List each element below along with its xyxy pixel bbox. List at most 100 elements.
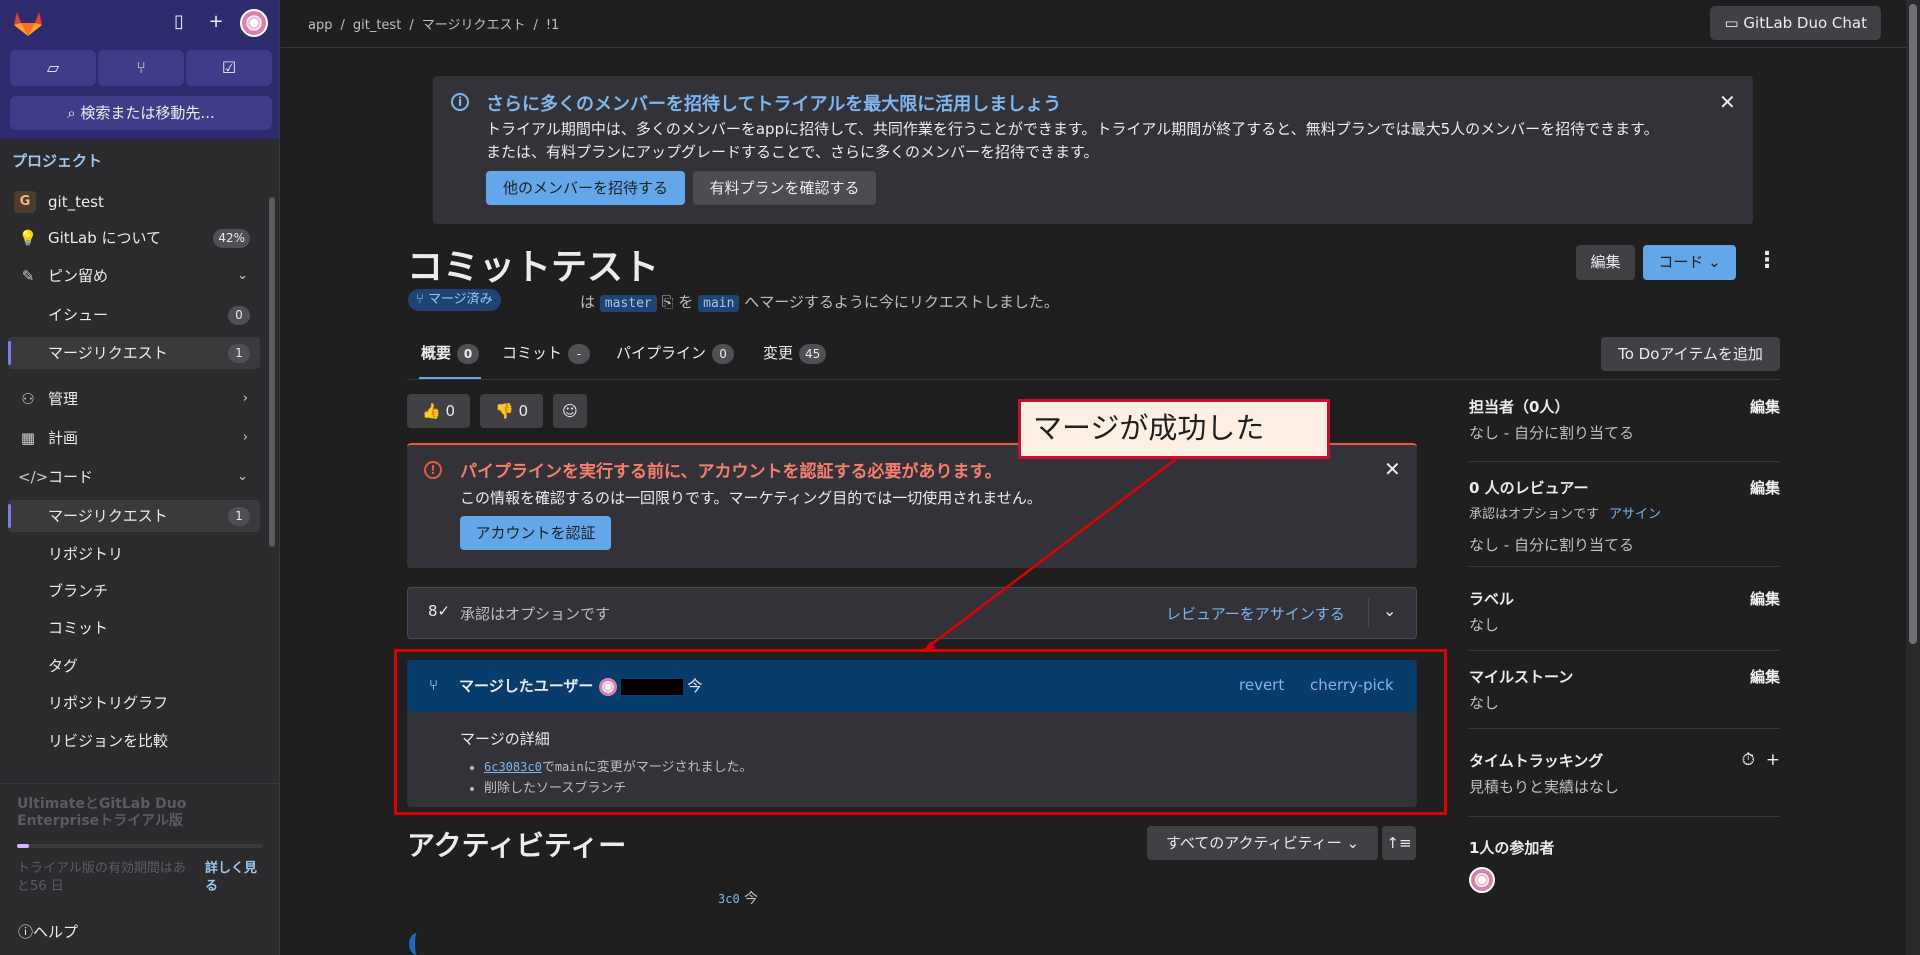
labels-edit-button[interactable]: 編集 (1750, 588, 1780, 609)
breadcrumb-item[interactable]: app (308, 18, 332, 33)
sidebar-item-repo-graph[interactable]: リポジトリグラフ (8, 687, 260, 719)
tab-overview[interactable]: 概要 0 (419, 342, 482, 379)
code-button-label: コード (1658, 253, 1704, 271)
sidebar-toggle-icon[interactable]: ▯ (168, 11, 190, 33)
sidebar-item-issues[interactable]: イシュー 0 (8, 299, 260, 331)
chevron-down-icon[interactable]: ⌄ (1383, 601, 1396, 620)
divider (1469, 566, 1780, 567)
tab-pipelines[interactable]: パイプライン 0 (616, 342, 735, 379)
sidebar-item-merge-requests[interactable]: マージリクエスト 1 (8, 500, 260, 532)
trial-progress-bar (17, 844, 263, 848)
source-branch[interactable]: master (599, 295, 657, 312)
trial-learn-more-link[interactable]: 詳しく見る (205, 860, 265, 896)
copy-icon[interactable]: ⎘ (662, 293, 674, 311)
add-reaction-button[interactable]: ☺ (553, 394, 587, 428)
sidebar-item-about[interactable]: 💡 GitLab について 42% (8, 222, 260, 254)
annotation-frame (394, 649, 1447, 815)
gitlab-logo[interactable] (12, 9, 44, 37)
sidebar-item-manage[interactable]: ⚇ 管理 › (8, 383, 260, 415)
edit-button[interactable]: 編集 (1576, 245, 1635, 280)
code-dropdown-button[interactable]: コード ⌄ (1643, 245, 1736, 280)
banner-title: さらに多くのメンバーを招待してトライアルを最大限に活用しましょう (486, 94, 1062, 115)
page-scrollbar[interactable] (1906, 0, 1920, 955)
sidebar-item-compare[interactable]: リビジョンを比較 (8, 725, 260, 757)
thumbs-up-button[interactable]: 👍 0 (407, 394, 470, 428)
code-icon: </> (18, 468, 49, 486)
duo-chat-button[interactable]: ▭ GitLab Duo Chat (1710, 6, 1881, 40)
assign-reviewer-link[interactable]: レビュアーをアサインする (1166, 603, 1345, 624)
verify-account-button[interactable]: アカウントを認証 (460, 516, 611, 550)
thumbs-down-button[interactable]: 👎 0 (480, 394, 543, 428)
breadcrumb-item[interactable]: マージリクエスト (422, 18, 526, 33)
sidebar-item-tags[interactable]: タグ (8, 650, 260, 682)
todos-button[interactable]: ☑ (186, 50, 272, 86)
sidebar-item-repository[interactable]: リポジトリ (8, 538, 260, 570)
activity-filter-label: すべてのアクティビティー (1165, 834, 1342, 852)
sidebar-item-label: リポジトリグラフ (48, 694, 169, 712)
breadcrumb-separator: / (340, 18, 345, 33)
labels-section: ラベル 編集 なし (1469, 588, 1780, 651)
issues-button[interactable]: ▱ (10, 50, 96, 86)
sidebar-item-code[interactable]: </> コード ⌄ (8, 461, 260, 493)
progress-badge: 42% (213, 229, 250, 248)
plus-icon[interactable]: + (205, 11, 227, 33)
reviewer-edit-button[interactable]: 編集 (1750, 477, 1780, 498)
tab-count: - (568, 344, 591, 364)
scrollbar-thumb[interactable] (1909, 4, 1917, 644)
sidebar-item-plan[interactable]: ▦ 計画 › (8, 422, 260, 454)
chevron-down-icon: ⌄ (237, 268, 248, 283)
sidebar-item-merge-requests-pinned[interactable]: マージリクエスト 1 (8, 337, 260, 369)
sidebar-item-label: リポジトリ (48, 545, 124, 563)
help-button[interactable]: ⓘヘルプ (18, 921, 78, 942)
tab-commits[interactable]: コミット - (502, 342, 591, 379)
thumbs-down-icon: 👎 (495, 402, 519, 420)
user-avatar[interactable] (240, 9, 268, 37)
target-branch[interactable]: main (698, 295, 740, 312)
search-button[interactable]: ⌕ 検索または移動先... (10, 96, 272, 130)
add-todo-button[interactable]: To Doアイテムを追加 (1601, 337, 1780, 371)
participants-label: 1人の参加者 (1469, 839, 1555, 857)
duo-chat-label: GitLab Duo Chat (1743, 14, 1867, 32)
more-actions-icon[interactable]: ⋮ (1756, 248, 1778, 273)
divider (1469, 816, 1780, 817)
sidebar-scrollbar[interactable] (268, 183, 276, 763)
tab-label: 変更 (763, 344, 794, 362)
divider (1469, 728, 1780, 729)
plus-icon[interactable]: + (1766, 750, 1780, 770)
chevron-down-icon: ⌄ (1341, 834, 1360, 852)
chevron-right-icon: › (242, 391, 248, 406)
merge-requests-button[interactable]: ⑂ (98, 50, 184, 86)
scrollbar-thumb[interactable] (269, 197, 275, 547)
assignee-edit-button[interactable]: 編集 (1750, 396, 1780, 417)
tab-changes[interactable]: 変更 45 (763, 342, 827, 379)
reviewer-value[interactable]: なし - 自分に割り当てる (1469, 534, 1634, 555)
sidebar-item-pinned[interactable]: ✎ ピン留め ⌄ (8, 260, 260, 292)
breadcrumb-item[interactable]: !1 (546, 18, 559, 33)
close-icon[interactable]: ✕ (1384, 457, 1401, 481)
help-label: ヘルプ (33, 923, 79, 941)
sidebar-item-branches[interactable]: ブランチ (8, 575, 260, 607)
reviewer-assign-link[interactable]: アサイン (1609, 507, 1661, 522)
trial-widget[interactable]: UltimateとGitLab Duo Enterpriseトライアル版 トライ… (0, 783, 280, 903)
avatar[interactable] (1469, 867, 1495, 893)
sidebar-item-project[interactable]: Ggit_test (8, 186, 260, 218)
alert-title: パイプラインを実行する前に、アカウントを認証する必要があります。 (460, 462, 1002, 482)
warning-icon: ! (424, 461, 442, 479)
view-plans-button[interactable]: 有料プランを確認する (693, 171, 876, 205)
stopwatch-icon[interactable]: ⏱ (1742, 750, 1755, 770)
issue-icon: ▱ (46, 58, 60, 77)
sort-button[interactable]: ↑≡ (1382, 826, 1416, 860)
tab-count: 0 (457, 344, 480, 364)
tab-label: 概要 (421, 344, 452, 362)
banner-text-line: トライアル期間中は、多くのメンバーをappに招待して、共同作業を行うことができま… (486, 120, 1659, 138)
invite-members-button[interactable]: 他のメンバーを招待する (486, 171, 685, 205)
sidebar-item-commits[interactable]: コミット (8, 612, 260, 644)
milestone-edit-button[interactable]: 編集 (1750, 666, 1780, 687)
activity-sha[interactable]: 3c0 (718, 892, 740, 906)
assignee-value[interactable]: なし - 自分に割り当てる (1469, 422, 1634, 443)
breadcrumb-item[interactable]: git_test (353, 18, 401, 33)
activity-filter-dropdown[interactable]: すべてのアクティビティー ⌄ (1147, 826, 1378, 860)
help-icon: ⓘ (18, 923, 34, 941)
close-icon[interactable]: ✕ (1719, 90, 1736, 114)
sidebar-item-label: マージリクエスト (48, 344, 168, 362)
